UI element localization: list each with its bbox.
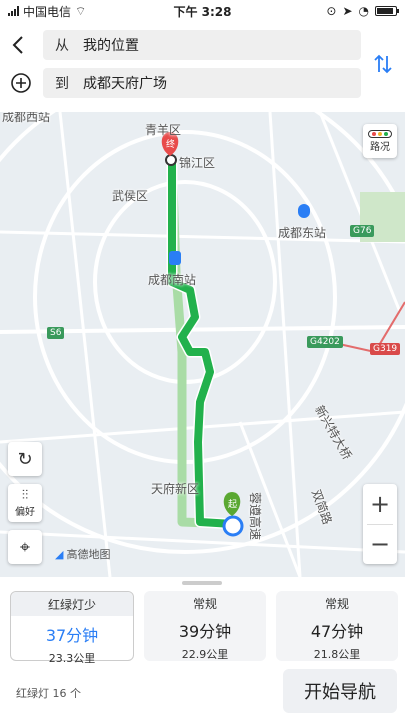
location-arrow-icon: ➤ bbox=[342, 4, 353, 18]
map-label-chengdu-east: 成都东站 bbox=[278, 226, 327, 240]
zoom-in-button[interactable]: + bbox=[363, 484, 397, 524]
traffic-button-label: 路况 bbox=[370, 141, 390, 153]
traffic-button[interactable]: 路况 bbox=[363, 124, 397, 158]
rotation-lock-icon: ⊙ bbox=[326, 4, 337, 18]
origin-value: 我的位置 bbox=[83, 38, 139, 54]
origin-prefix: 从 bbox=[55, 38, 69, 54]
battery-icon bbox=[375, 6, 399, 16]
route-header: 从 我的位置 到 成都天府广场 bbox=[0, 22, 405, 112]
map-view[interactable]: 成都西站 青羊区 锦江区 武侯区 成都东站 成都南站 天府新区 新兴特大桥 双简… bbox=[0, 112, 405, 577]
route-options: 红绿灯少 37分钟 23.3公里 常规 39分钟 22.9公里 常规 47分钟 … bbox=[10, 591, 398, 665]
zoom-controls: + − bbox=[363, 484, 397, 564]
locate-icon: ⌖ bbox=[19, 536, 31, 558]
map-label-wuhou: 武侯区 bbox=[112, 189, 149, 203]
map-label-qingyang: 青羊区 bbox=[145, 123, 182, 137]
carrier-name: 中国电信 bbox=[23, 4, 72, 19]
route-time: 39分钟 bbox=[178, 622, 232, 641]
map-label-tianfu-new: 天府新区 bbox=[151, 482, 200, 496]
route-option-3[interactable]: 常规 47分钟 21.8公里 bbox=[276, 591, 398, 661]
road-badge-g4202: G4202 bbox=[307, 336, 343, 348]
sliders-icon: ⫶⫶ bbox=[21, 488, 29, 503]
zoom-out-button[interactable]: − bbox=[363, 524, 397, 564]
route-time: 47分钟 bbox=[310, 622, 364, 641]
status-bar: 中国电信 ⌔ 下午 3:28 ⊙ ➤ ◔ bbox=[0, 0, 405, 22]
route-sheet: 红绿灯少 37分钟 23.3公里 常规 39分钟 22.9公里 常规 47分钟 … bbox=[0, 577, 405, 720]
sheet-handle[interactable] bbox=[182, 581, 222, 585]
back-icon[interactable] bbox=[8, 34, 30, 56]
start-navigation-button[interactable]: 开始导航 bbox=[283, 669, 397, 713]
route-distance: 21.8公里 bbox=[313, 648, 361, 661]
route-tag: 常规 bbox=[324, 597, 349, 611]
map-label-jinjiang: 锦江区 bbox=[179, 156, 216, 170]
add-waypoint-icon[interactable] bbox=[10, 72, 32, 94]
map-roads bbox=[0, 112, 405, 577]
swap-icon[interactable] bbox=[371, 52, 395, 76]
destination-field[interactable]: 到 成都天府广场 bbox=[43, 68, 361, 98]
start-marker-label: 起 bbox=[228, 500, 238, 510]
locate-button[interactable]: ⌖ bbox=[8, 530, 42, 564]
wifi-icon: ⌔ bbox=[75, 3, 87, 18]
road-badge-s6: S6 bbox=[47, 327, 65, 339]
map-label-rongzun: 蓉遵高速 bbox=[248, 492, 262, 541]
road-badge-g319: G319 bbox=[370, 343, 401, 355]
destination-prefix: 到 bbox=[55, 76, 69, 92]
route-option-2[interactable]: 常规 39分钟 22.9公里 bbox=[144, 591, 266, 661]
traffic-light-icon bbox=[368, 129, 392, 138]
preference-button[interactable]: ⫶⫶ 偏好 bbox=[8, 484, 42, 522]
refresh-icon: ↻ bbox=[17, 448, 33, 470]
alarm-icon: ◔ bbox=[358, 4, 369, 18]
signal-icon bbox=[8, 6, 19, 16]
route-distance: 23.3公里 bbox=[48, 652, 96, 665]
amap-logo-icon: ◢ bbox=[55, 547, 64, 561]
route-tag: 常规 bbox=[192, 597, 217, 611]
route-distance: 22.9公里 bbox=[181, 648, 229, 661]
refresh-button[interactable]: ↻ bbox=[8, 442, 42, 476]
route-option-1[interactable]: 红绿灯少 37分钟 23.3公里 bbox=[10, 591, 134, 665]
amap-logo: ◢ 高德地图 bbox=[55, 547, 111, 562]
preference-label: 偏好 bbox=[15, 507, 35, 518]
route-tag: 红绿灯少 bbox=[11, 592, 133, 616]
end-marker-label: 终 bbox=[166, 140, 176, 150]
route-time: 37分钟 bbox=[45, 626, 99, 645]
destination-value: 成都天府广场 bbox=[83, 76, 167, 92]
map-label-west-station: 成都西站 bbox=[2, 112, 51, 124]
road-badge-g76: G76 bbox=[350, 225, 375, 237]
traffic-light-count: 红绿灯 16 个 bbox=[16, 687, 81, 700]
map-label-chengdu-south: 成都南站 bbox=[148, 273, 197, 287]
origin-field[interactable]: 从 我的位置 bbox=[43, 30, 361, 60]
